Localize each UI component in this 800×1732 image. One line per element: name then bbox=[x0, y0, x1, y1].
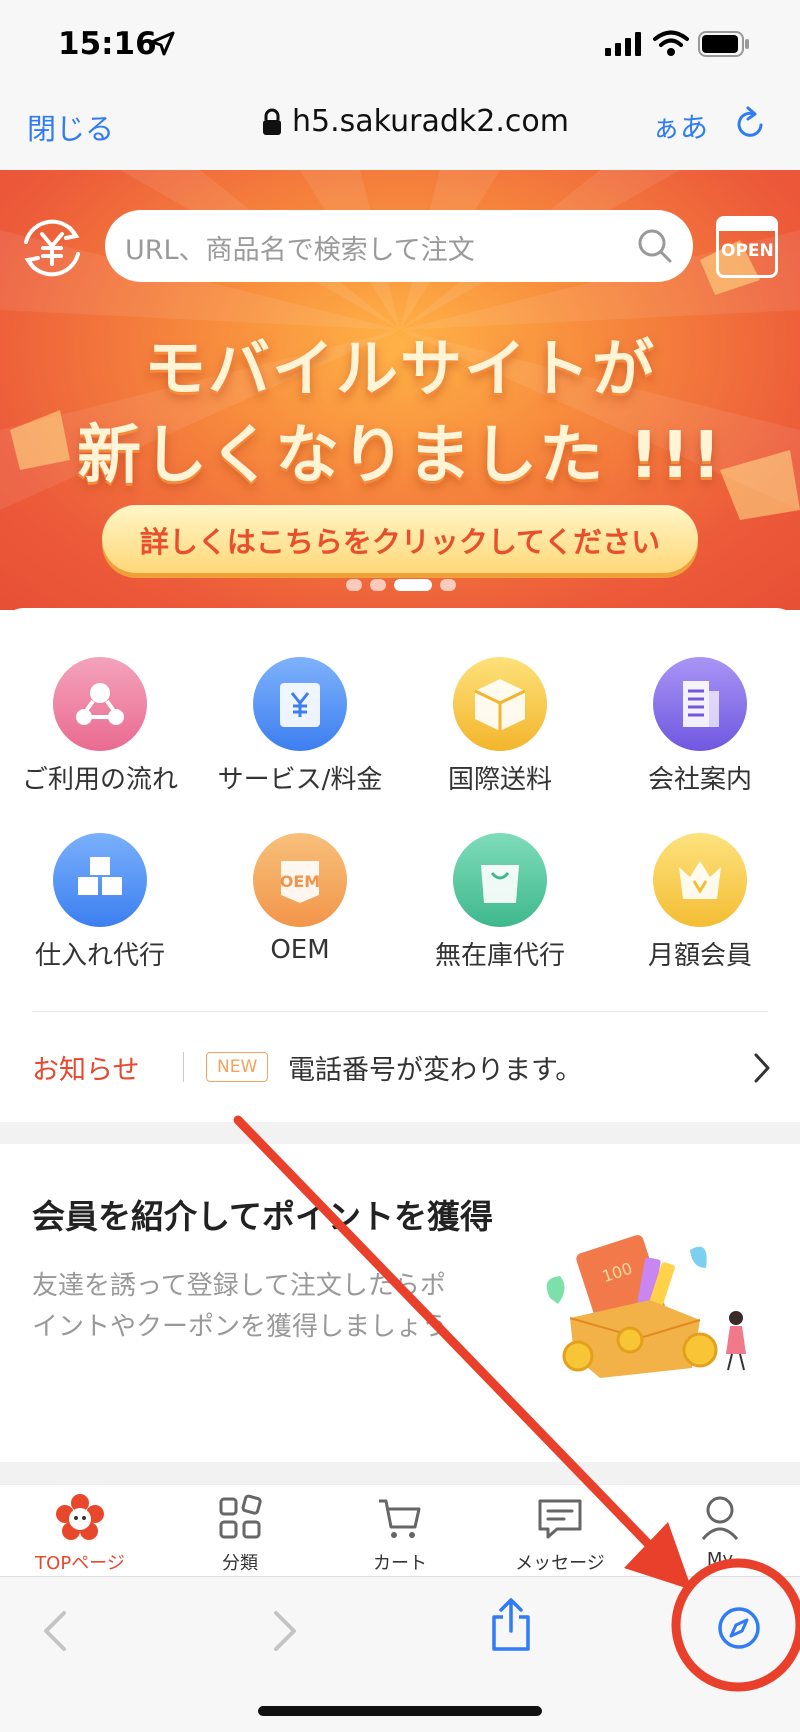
crown-icon bbox=[653, 833, 747, 927]
service-label: サービス/料金 bbox=[217, 765, 383, 795]
reload-icon[interactable] bbox=[732, 106, 768, 142]
tab-my[interactable]: My bbox=[640, 1493, 800, 1570]
carousel-dot-active[interactable] bbox=[394, 579, 432, 591]
tab-label: 分類 bbox=[222, 1553, 258, 1574]
search-bar[interactable]: URL、商品名で検索して注文 bbox=[105, 210, 693, 282]
battery-icon bbox=[698, 31, 749, 57]
notice-label: お知らせ bbox=[32, 1055, 140, 1086]
sakura-logo-icon bbox=[56, 1494, 104, 1540]
tab-categories[interactable]: 分類 bbox=[160, 1493, 320, 1575]
service-label: 国際送料 bbox=[447, 765, 552, 795]
tab-top-page[interactable]: TOPページ bbox=[0, 1493, 160, 1575]
tab-label: カート bbox=[373, 1553, 427, 1574]
banner-headline-line2: 新しくなりました !!! bbox=[77, 419, 723, 493]
service-pricing[interactable]: サービス/料金 bbox=[200, 657, 400, 796]
package-icon bbox=[453, 657, 547, 751]
building-icon bbox=[653, 657, 747, 751]
boxes-icon bbox=[53, 833, 147, 927]
service-company-info[interactable]: 会社案内 bbox=[600, 657, 800, 796]
service-label: ご利用の流れ bbox=[21, 765, 178, 795]
compass-icon[interactable] bbox=[716, 1605, 762, 1651]
referral-description: 友達を誘って登録して注文したらポイントやクーポンを獲得しましょう bbox=[32, 1271, 449, 1342]
close-button[interactable]: 閉じる bbox=[27, 106, 114, 148]
calendar-open-label: OPEN bbox=[721, 241, 774, 261]
carousel-dot[interactable] bbox=[370, 579, 386, 591]
referral-section[interactable]: 会員を紹介してポイントを獲得 友達を誘って登録して注文したらポイントやクーポンを… bbox=[0, 1144, 800, 1462]
search-icon[interactable] bbox=[637, 228, 673, 264]
tab-label: メッセージ bbox=[515, 1553, 605, 1574]
wifi-icon bbox=[653, 30, 689, 56]
section-gap bbox=[0, 1122, 800, 1144]
status-bar: 15:16 bbox=[0, 0, 800, 92]
banner-cta-button[interactable]: 詳しくはこちらをクリックしてください bbox=[102, 505, 698, 573]
service-label: OEM bbox=[270, 935, 330, 965]
cart-icon bbox=[379, 1499, 421, 1538]
text-size-button[interactable]: ぁあ bbox=[652, 106, 708, 146]
service-label: 月額会員 bbox=[647, 941, 752, 971]
service-label: 会社案内 bbox=[647, 765, 752, 795]
search-placeholder: URL、商品名で検索して注文 bbox=[125, 235, 475, 266]
back-icon[interactable] bbox=[40, 1609, 70, 1653]
service-dropshipping[interactable]: 無在庫代行 bbox=[400, 833, 600, 972]
notice-separator bbox=[183, 1052, 184, 1082]
profile-icon bbox=[701, 1496, 739, 1541]
signal-icon bbox=[605, 32, 641, 56]
flow-icon bbox=[53, 657, 147, 751]
tab-label: My bbox=[706, 1549, 734, 1570]
service-monthly-membership[interactable]: 月額会員 bbox=[600, 833, 800, 972]
notice-text: 電話番号が変わります。 bbox=[288, 1055, 583, 1086]
service-oem[interactable]: OEM OEM bbox=[200, 833, 400, 965]
url-text[interactable]: h5.sakuradk2.com bbox=[292, 104, 569, 139]
carousel-dot[interactable] bbox=[346, 579, 362, 591]
home-indicator bbox=[258, 1706, 542, 1716]
divider bbox=[32, 1011, 768, 1012]
banner-cta-label: 詳しくはこちらをクリックしてください bbox=[139, 525, 661, 559]
tab-messages[interactable]: メッセージ bbox=[480, 1493, 640, 1575]
section-gap bbox=[0, 1462, 800, 1484]
bag-icon bbox=[453, 833, 547, 927]
oem-icon: OEM bbox=[253, 833, 347, 927]
notice-row[interactable]: お知らせ NEW 電話番号が変わります。 bbox=[0, 1030, 800, 1106]
lock-icon bbox=[263, 108, 281, 135]
carousel-dot[interactable] bbox=[440, 579, 456, 591]
notice-new-badge: NEW bbox=[206, 1052, 269, 1082]
browser-address-bar: 閉じる h5.sakuradk2.com ぁあ bbox=[0, 92, 800, 171]
share-icon[interactable] bbox=[488, 1597, 534, 1653]
svg-text:OEM: OEM bbox=[280, 872, 320, 891]
service-usage-flow[interactable]: ご利用の流れ bbox=[0, 657, 200, 796]
message-icon bbox=[538, 1499, 582, 1539]
tab-cart[interactable]: カート bbox=[320, 1493, 480, 1575]
location-arrow-icon bbox=[150, 31, 175, 56]
referral-illustration-icon: 100 bbox=[546, 1235, 746, 1378]
service-label: 仕入れ代行 bbox=[34, 941, 165, 971]
grid-icon bbox=[219, 1494, 262, 1539]
yen-service-icon bbox=[253, 657, 347, 751]
yen-exchange-icon[interactable] bbox=[18, 214, 86, 282]
chevron-right-icon[interactable] bbox=[752, 1052, 772, 1084]
service-purchasing-agent[interactable]: 仕入れ代行 bbox=[0, 833, 200, 972]
service-label: 無在庫代行 bbox=[434, 941, 565, 971]
forward-icon[interactable] bbox=[270, 1609, 300, 1653]
calendar-open-icon[interactable]: OPEN bbox=[716, 216, 778, 278]
promo-banner[interactable]: URL、商品名で検索して注文 OPEN モバイルサイトが 新しくなりました !!… bbox=[0, 170, 800, 610]
banner-headline-line1: モバイルサイトが bbox=[143, 332, 656, 405]
referral-title: 会員を紹介してポイントを獲得 bbox=[32, 1197, 494, 1236]
tab-label: TOPページ bbox=[35, 1553, 125, 1574]
status-time: 15:16 bbox=[58, 26, 157, 62]
app-tab-bar: TOPページ 分類 カート メッセージ My bbox=[0, 1484, 800, 1577]
service-international-shipping[interactable]: 国際送料 bbox=[400, 657, 600, 796]
